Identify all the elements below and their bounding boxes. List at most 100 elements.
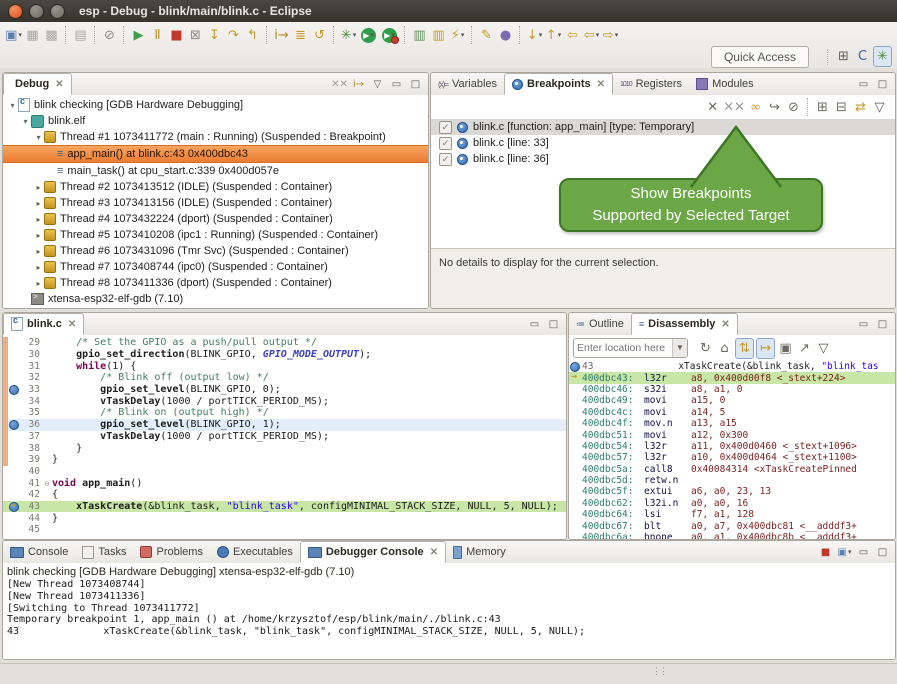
line-number[interactable]: 32 [20,372,42,383]
debug-tree-row[interactable]: ▸Thread #3 1073413156 (IDLE) (Suspended … [3,195,428,211]
track-expression-button[interactable]: ↦ [756,338,775,359]
skip-all-breakpoints-button[interactable]: ⊘ [101,26,118,45]
step-return-button[interactable]: ↰ [244,26,261,45]
marker-gutter[interactable] [8,407,20,419]
show-supported-breakpoints-button[interactable]: ∞ [747,98,764,117]
disassembly-instruction-row[interactable]: 400dbc54:l32ra11, 0x400d0460 <_stext+109… [569,441,895,452]
minimize-button[interactable]: ▭ [855,76,872,92]
editor-line-33[interactable]: 33 gpio_set_level(BLINK_GPIO, 0); [3,384,566,396]
open-perspective-button[interactable]: ⊞ [835,47,852,66]
tree-expander-icon[interactable]: ▸ [33,247,44,256]
code-editor[interactable]: 29 /* Set the GPIO as a push/pull output… [3,335,566,539]
close-tab-icon[interactable]: ✕ [430,547,438,558]
dropdown-arrow-icon[interactable]: ▾ [848,548,852,556]
breakpoint-marker-gutter[interactable] [8,384,20,396]
display-selected-console-button[interactable]: ▣▾ [836,544,853,560]
maximize-button[interactable]: □ [874,544,891,560]
tab-console[interactable]: Console [3,541,75,563]
external-tools-button[interactable]: ▶▾ [382,28,397,43]
home-button[interactable]: ⌂ [716,339,733,358]
marker-gutter[interactable] [8,466,20,478]
maximize-button[interactable]: □ [545,316,562,332]
debug-tree-row[interactable]: ≡main_task() at cpu_start.c:339 0x400d05… [3,163,428,179]
tab-problems[interactable]: Problems [133,541,209,563]
remove-all-terminated-button[interactable]: ✕✕ [331,76,348,92]
tree-expander-icon[interactable]: ▸ [33,183,44,192]
remove-breakpoint-button[interactable]: ✕ [704,98,721,117]
disassembly-instruction-row[interactable]: 400dbc49:movia15, 0 [569,395,895,406]
marker-gutter[interactable] [8,360,20,372]
location-input[interactable] [574,342,672,354]
run-button[interactable]: ▶▾ [361,28,376,43]
maximize-window-button[interactable] [50,4,65,19]
new-wizard-button[interactable]: ▣▾ [5,26,22,45]
editor-line-31[interactable]: 31 while(1) { [3,360,566,372]
debug-tree-row[interactable]: ▸Thread #7 1073408744 (ipc0) (Suspended … [3,259,428,275]
disassembly-instruction-row[interactable]: →400dbc43:l32ra8, 0x400d00f8 <_stext+224… [569,372,895,383]
editor-line-29[interactable]: 29 /* Set the GPIO as a push/pull output… [3,337,566,349]
last-edit-location-button[interactable]: ⇦ [564,26,581,45]
dropdown-arrow-icon[interactable]: ▾ [391,31,395,39]
disassembly-instruction-row[interactable]: 400dbc5a:call80x40084314 <xTaskCreatePin… [569,464,895,475]
line-number[interactable]: 37 [20,431,42,442]
next-annotation-button[interactable]: ↓▾ [526,26,543,45]
marker-gutter[interactable] [8,395,20,407]
maximize-button[interactable]: □ [874,76,891,92]
save-all-button[interactable]: ▩ [43,26,60,45]
instruction-stepping-button[interactable]: i→ [273,26,290,45]
line-number[interactable]: 39 [20,454,42,465]
disassembly-instruction-row[interactable]: 400dbc4c:movia14, 5 [569,407,895,418]
breakpoint-row[interactable]: ✓blink.c [function: app_main] [type: Tem… [431,119,895,135]
use-step-filters-button[interactable]: ≣ [292,26,309,45]
tab-modules[interactable]: Modules [689,73,761,95]
marker-gutter[interactable] [8,477,20,489]
back-button[interactable]: ⇦▾ [583,26,600,45]
maximize-button[interactable]: □ [874,316,891,332]
debug-tree-row[interactable]: ▾blink checking [GDB Hardware Debugging] [3,97,428,113]
dropdown-arrow-icon[interactable]: ▾ [539,31,543,39]
breakpoint-row[interactable]: ✓blink.c [line: 36] [431,151,895,167]
marker-gutter[interactable] [8,349,20,361]
location-dropdown-icon[interactable]: ▼ [672,339,687,357]
goto-breakpoint-file-button[interactable]: ↪ [766,98,783,117]
save-button[interactable]: ▦ [24,26,41,45]
suspend-button[interactable]: Ⅱ [149,26,166,45]
line-number[interactable]: 44 [20,513,42,524]
tab-breakpoints[interactable]: Breakpoints✕ [504,73,613,95]
terminate-button[interactable]: ■ [168,26,185,45]
disassembly-instruction-row[interactable]: 400dbc57:l32ra10, 0x400d0464 <_stext+110… [569,452,895,463]
editor-line-37[interactable]: 37 vTaskDelay(1000 / portTICK_PERIOD_MS)… [3,431,566,443]
tree-expander-icon[interactable]: ▸ [33,231,44,240]
sash-grip-icon[interactable]: ⋮⋮ [652,666,666,677]
mark-occurrences-button[interactable]: ✎ [478,26,495,45]
run-last-tool-button[interactable]: ⚡▾ [449,26,466,45]
print-button[interactable]: ▤ [72,26,89,45]
debug-tree-row[interactable]: ▸Thread #4 1073432224 (dport) (Suspended… [3,211,428,227]
editor-line-45[interactable]: 45 [3,524,566,536]
debug-tree-row[interactable]: ▸Thread #2 1073413512 (IDLE) (Suspended … [3,179,428,195]
location-combo[interactable]: ▼ [573,338,688,358]
export-button[interactable]: ↗ [796,339,813,358]
debug-tree-row[interactable]: ▸Thread #6 1073431096 (Tmr Svc) (Suspend… [3,243,428,259]
previous-annotation-button[interactable]: ↑▾ [545,26,562,45]
expand-all-button[interactable]: ⊞ [814,98,831,117]
step-into-button[interactable]: ↧ [206,26,223,45]
debug-tree-row[interactable]: ▾blink.elf [3,113,428,129]
line-number[interactable]: 31 [20,361,42,372]
bp-view-menu-button[interactable]: ▽ [871,98,888,117]
disassembly-instruction-row[interactable]: 400dbc67:blta0, a7, 0x400dbc81 <__adddf3… [569,520,895,531]
debug-perspective-button[interactable]: ✳ [873,46,892,67]
line-number[interactable]: 35 [20,407,42,418]
marker-gutter[interactable] [8,524,20,536]
dropdown-arrow-icon[interactable]: ▾ [18,31,22,39]
tab-blink-c[interactable]: blink.c✕ [3,313,84,335]
minimize-button[interactable]: ▭ [526,316,543,332]
tab-debugger-console[interactable]: Debugger Console✕ [300,541,446,563]
remove-all-breakpoints-button[interactable]: ✕✕ [723,98,745,117]
breakpoint-checkbox[interactable]: ✓ [439,121,452,134]
debug-tree-row[interactable]: ▾Thread #1 1073411772 (main : Running) (… [3,129,428,145]
fold-collapse-icon[interactable]: ⊖ [42,479,52,488]
disassembly-instruction-row[interactable]: 400dbc4f:mov.na13, a15 [569,418,895,429]
step-over-button[interactable]: ↷ [225,26,242,45]
editor-line-39[interactable]: 39} [3,454,566,466]
